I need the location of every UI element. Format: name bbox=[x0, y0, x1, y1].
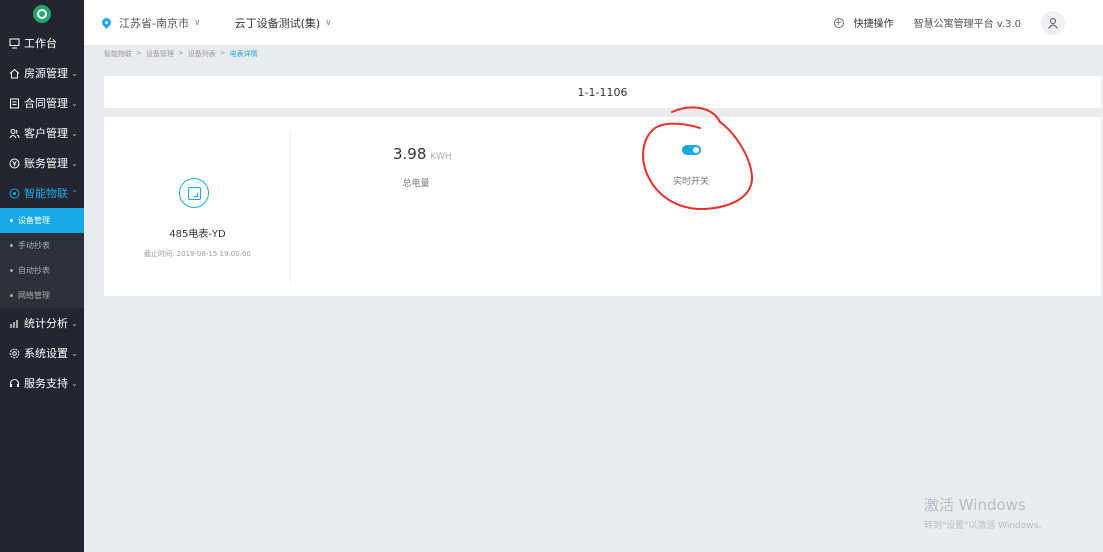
device-info: 485电表-YD 截止时间: 2019-08-15 19:00:00 bbox=[104, 131, 291, 283]
sidebar-item-label: 工作台 bbox=[24, 37, 57, 50]
sidebar-item-statistics[interactable]: 统计分析 ⌄ bbox=[0, 308, 84, 338]
sidebar-item-label: 服务支持 bbox=[24, 377, 68, 390]
user-icon bbox=[1048, 17, 1058, 29]
quick-action-button[interactable]: + 快捷操作 bbox=[833, 15, 894, 30]
watermark-line2: 转到"设置"以激活 Windows。 bbox=[924, 521, 1048, 531]
sidebar: 工作台 房源管理 ⌄ 合同管理 ⌄ 客户管理 ⌄ 账务管理 ⌄ 智能物联 ⌃ 设… bbox=[0, 0, 84, 552]
chevron-up-icon: ⌃ bbox=[71, 188, 78, 198]
project-label: 云丁设备测试(集) bbox=[234, 16, 321, 30]
sidebar-item-finance[interactable]: 账务管理 ⌄ bbox=[0, 148, 84, 178]
room-title-card: 1-1-1106 bbox=[104, 76, 1101, 108]
realtime-switch-label: 实时开关 bbox=[672, 177, 709, 187]
meter-detail-card: 485电表-YD 截止时间: 2019-08-15 19:00:00 3.98 K… bbox=[104, 117, 1101, 296]
sidebar-item-customers[interactable]: 客户管理 ⌄ bbox=[0, 118, 84, 148]
project-selector[interactable]: 云丁设备测试(集) ∨ bbox=[235, 15, 332, 31]
sidebar-item-label: 账务管理 bbox=[24, 157, 68, 170]
chevron-down-icon: ⌄ bbox=[71, 318, 78, 328]
sidebar-subitem-label: 网络管理 bbox=[18, 291, 50, 300]
headset-icon bbox=[8, 377, 20, 389]
sidebar-subitem-label: 设备管理 bbox=[18, 216, 50, 225]
sidebar-subitem-label: 手动抄表 bbox=[18, 241, 50, 250]
total-power-metric: 3.98 KWH bbox=[393, 145, 473, 163]
sidebar-subitem-auto-reading[interactable]: 自动抄表 bbox=[0, 258, 84, 283]
chevron-down-icon: ⌄ bbox=[71, 98, 78, 108]
monitor-icon bbox=[8, 37, 20, 49]
bullet-dot bbox=[10, 294, 13, 297]
sidebar-subitem-label: 自动抄表 bbox=[18, 266, 50, 275]
top-right-actions: + 快捷操作 智慧公寓管理平台 v.3.0 bbox=[833, 10, 1065, 35]
breadcrumb-item[interactable]: 设备管理 bbox=[146, 49, 174, 59]
plus-circle-icon: + bbox=[833, 17, 844, 28]
location-pin-icon bbox=[100, 16, 113, 29]
windows-activation-watermark: 激活 Windows 转到"设置"以激活 Windows。 bbox=[924, 494, 1047, 531]
bullet-dot bbox=[10, 269, 13, 272]
users-icon bbox=[8, 127, 20, 139]
chevron-down-icon: ⌄ bbox=[71, 128, 78, 138]
deadline-time: 截止时间: 2019-08-15 19:00:00 bbox=[144, 250, 251, 258]
sidebar-item-rooms[interactable]: 房源管理 ⌄ bbox=[0, 58, 84, 88]
sidebar-item-label: 房源管理 bbox=[24, 67, 68, 80]
location-label: 江苏省-南京市 bbox=[119, 16, 189, 30]
breadcrumb-separator: > bbox=[177, 49, 184, 57]
bullet-dot bbox=[10, 244, 13, 247]
quick-action-label: 快捷操作 bbox=[853, 19, 894, 30]
chevron-down-icon: ⌄ bbox=[71, 378, 78, 388]
total-power-unit: KWH bbox=[430, 152, 452, 162]
sidebar-item-label: 客户管理 bbox=[24, 127, 68, 140]
sidebar-item-contracts[interactable]: 合同管理 ⌄ bbox=[0, 88, 84, 118]
chevron-down-icon: ∨ bbox=[193, 17, 201, 28]
top-bar: 江苏省-南京市 ∨ 云丁设备测试(集) ∨ + 快捷操作 智慧公寓管理平台 v.… bbox=[84, 0, 1103, 45]
total-power-label: 总电量 bbox=[402, 179, 430, 189]
sidebar-item-label: 统计分析 bbox=[24, 317, 68, 330]
chevron-down-icon: ⌄ bbox=[71, 348, 78, 358]
user-avatar-button[interactable] bbox=[1041, 10, 1065, 35]
chevron-down-icon: ∨ bbox=[325, 17, 332, 28]
app-logo[interactable] bbox=[0, 0, 84, 28]
sidebar-item-workbench[interactable]: 工作台 bbox=[0, 28, 84, 58]
logo-icon bbox=[33, 5, 51, 23]
sidebar-item-label: 系统设置 bbox=[24, 347, 68, 360]
breadcrumb-item[interactable]: 设备列表 bbox=[188, 49, 216, 59]
sidebar-item-settings[interactable]: 系统设置 ⌄ bbox=[0, 338, 84, 368]
sidebar-subitem-network[interactable]: 网络管理 bbox=[0, 283, 84, 308]
total-power-value: 3.98 bbox=[393, 145, 427, 163]
breadcrumb: 智能物联 > 设备管理 > 设备列表 > 电表详情 bbox=[104, 49, 262, 59]
meter-icon bbox=[179, 178, 209, 208]
sidebar-item-label: 智能物联 bbox=[24, 187, 68, 200]
sidebar-subitem-device-management[interactable]: 设备管理 bbox=[0, 208, 84, 233]
realtime-switch-toggle[interactable] bbox=[681, 145, 701, 155]
platform-name: 智慧公寓管理平台 v.3.0 bbox=[913, 19, 1021, 30]
realtime-switch-group: 实时开关 bbox=[651, 144, 731, 187]
sidebar-item-label: 合同管理 bbox=[24, 97, 68, 110]
room-number: 1-1-1106 bbox=[577, 85, 628, 99]
sidebar-item-support[interactable]: 服务支持 ⌄ bbox=[0, 368, 84, 398]
sidebar-subitem-manual-reading[interactable]: 手动抄表 bbox=[0, 233, 84, 258]
yen-icon bbox=[8, 157, 20, 169]
iot-icon bbox=[8, 187, 20, 199]
home-icon bbox=[8, 67, 20, 79]
location-selector[interactable]: 江苏省-南京市 ∨ bbox=[100, 15, 201, 31]
chart-icon bbox=[8, 317, 20, 329]
chevron-down-icon: ⌄ bbox=[71, 158, 78, 168]
device-name: 485电表-YD bbox=[169, 229, 226, 240]
sidebar-item-iot[interactable]: 智能物联 ⌃ bbox=[0, 178, 84, 208]
chevron-down-icon: ⌄ bbox=[71, 68, 78, 78]
bullet-dot bbox=[10, 219, 13, 222]
breadcrumb-current: 电表详情 bbox=[229, 50, 258, 58]
watermark-line1: 激活 Windows bbox=[924, 496, 1026, 514]
contract-icon bbox=[8, 97, 20, 109]
settings-icon bbox=[8, 347, 20, 359]
breadcrumb-separator: > bbox=[136, 49, 142, 57]
breadcrumb-separator: > bbox=[219, 49, 226, 57]
breadcrumb-item[interactable]: 智能物联 bbox=[104, 49, 132, 59]
